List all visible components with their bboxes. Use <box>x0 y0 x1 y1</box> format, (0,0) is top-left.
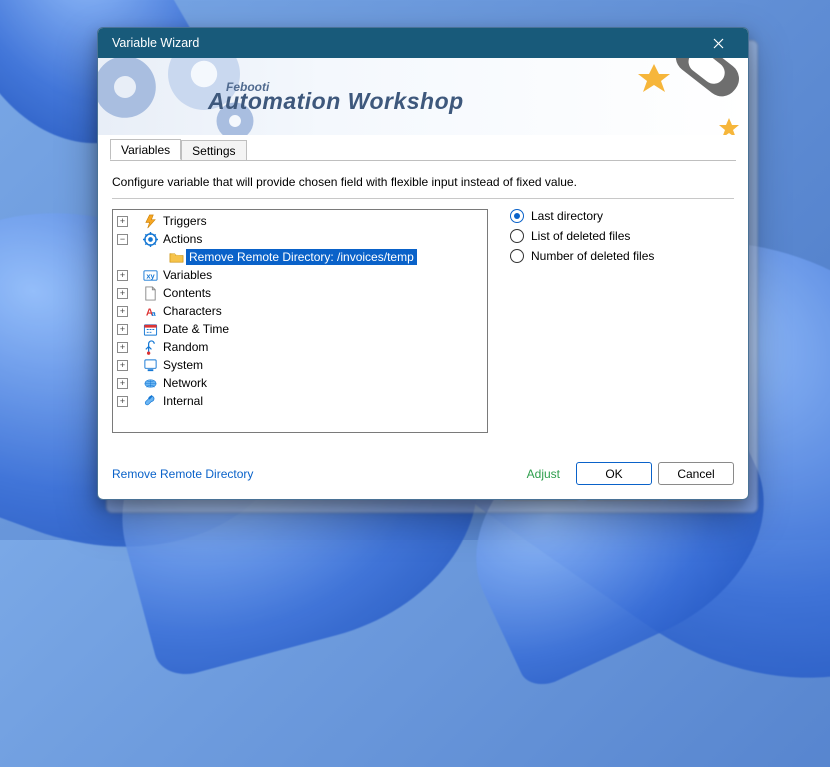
footer-link[interactable]: Remove Remote Directory <box>112 467 253 481</box>
folder-icon <box>168 249 184 265</box>
cancel-button[interactable]: Cancel <box>658 462 734 485</box>
banner: Febooti Automation Workshop <box>98 58 748 135</box>
option-label: List of deleted files <box>531 229 630 243</box>
option-last-directory[interactable]: Last directory <box>510 209 654 223</box>
window-title: Variable Wizard <box>112 36 698 50</box>
radio-icon <box>510 209 524 223</box>
system-icon <box>142 357 158 373</box>
variables-icon: xy <box>142 267 158 283</box>
actions-icon <box>142 231 158 247</box>
close-icon <box>713 38 724 49</box>
tree-label: System <box>160 357 206 373</box>
radio-icon <box>510 249 524 263</box>
divider <box>112 198 734 199</box>
expand-icon[interactable]: + <box>117 216 128 227</box>
internal-icon <box>142 393 158 409</box>
close-button[interactable] <box>698 28 738 58</box>
banner-product: Automation Workshop <box>208 88 464 114</box>
expand-icon[interactable]: + <box>117 324 128 335</box>
tree-item-datetime[interactable]: + Date & Time <box>113 320 487 338</box>
characters-icon: Aa <box>142 303 158 319</box>
titlebar: Variable Wizard <box>98 28 748 58</box>
collapse-icon[interactable]: − <box>117 234 128 245</box>
tree-label: Network <box>160 375 210 391</box>
wand-icon <box>636 58 746 135</box>
tree-label: Characters <box>160 303 225 319</box>
tree-label: Date & Time <box>160 321 232 337</box>
contents-icon <box>142 285 158 301</box>
tree-item-remove-remote-dir[interactable]: Remove Remote Directory: /invoices/temp <box>113 248 487 266</box>
expand-icon[interactable]: + <box>117 378 128 389</box>
network-icon <box>142 375 158 391</box>
tree-item-contents[interactable]: + Contents <box>113 284 487 302</box>
svg-text:a: a <box>151 309 156 318</box>
instruction-text: Configure variable that will provide cho… <box>112 175 734 189</box>
tab-variables[interactable]: Variables <box>110 139 181 160</box>
expand-icon[interactable]: + <box>117 306 128 317</box>
option-num-deleted[interactable]: Number of deleted files <box>510 249 654 263</box>
expand-icon[interactable]: + <box>117 342 128 353</box>
svg-text:xy: xy <box>146 271 155 280</box>
banner-text: Febooti Automation Workshop <box>208 80 464 115</box>
dialog-footer: Remove Remote Directory Adjust OK Cancel <box>98 452 748 499</box>
tree-item-actions[interactable]: − Actions <box>113 230 487 248</box>
variable-wizard-dialog: Variable Wizard Febooti Automation Works… <box>97 27 749 500</box>
random-icon <box>142 339 158 355</box>
expand-icon[interactable]: + <box>117 288 128 299</box>
tree-label: Internal <box>160 393 206 409</box>
option-label: Number of deleted files <box>531 249 654 263</box>
tab-bar: Variables Settings <box>98 139 748 161</box>
tree-item-random[interactable]: + Random <box>113 338 487 356</box>
tree-item-internal[interactable]: + Internal <box>113 392 487 410</box>
tree-item-network[interactable]: + Network <box>113 374 487 392</box>
expand-icon[interactable]: + <box>117 270 128 281</box>
tree-label-selected: Remove Remote Directory: /invoices/temp <box>186 249 417 265</box>
tree-item-triggers[interactable]: + Triggers <box>113 212 487 230</box>
tree-item-variables[interactable]: + xy Variables <box>113 266 487 284</box>
tree-label: Actions <box>160 231 205 247</box>
option-list-deleted[interactable]: List of deleted files <box>510 229 654 243</box>
tree-label: Contents <box>160 285 214 301</box>
expand-icon[interactable]: + <box>117 396 128 407</box>
expand-icon[interactable]: + <box>117 360 128 371</box>
adjust-link[interactable]: Adjust <box>527 467 560 481</box>
radio-icon <box>510 229 524 243</box>
tree-item-characters[interactable]: + Aa Characters <box>113 302 487 320</box>
tree-label: Variables <box>160 267 215 283</box>
tree-item-system[interactable]: + System <box>113 356 487 374</box>
triggers-icon <box>142 213 158 229</box>
calendar-icon <box>142 321 158 337</box>
options-group: Last directory List of deleted files Num… <box>510 209 654 433</box>
tree-label: Triggers <box>160 213 210 229</box>
category-tree[interactable]: + Triggers − Actions Remove Remote Direc… <box>112 209 488 433</box>
tree-label: Random <box>160 339 211 355</box>
tab-settings[interactable]: Settings <box>181 140 246 161</box>
option-label: Last directory <box>531 209 603 223</box>
ok-button[interactable]: OK <box>576 462 652 485</box>
